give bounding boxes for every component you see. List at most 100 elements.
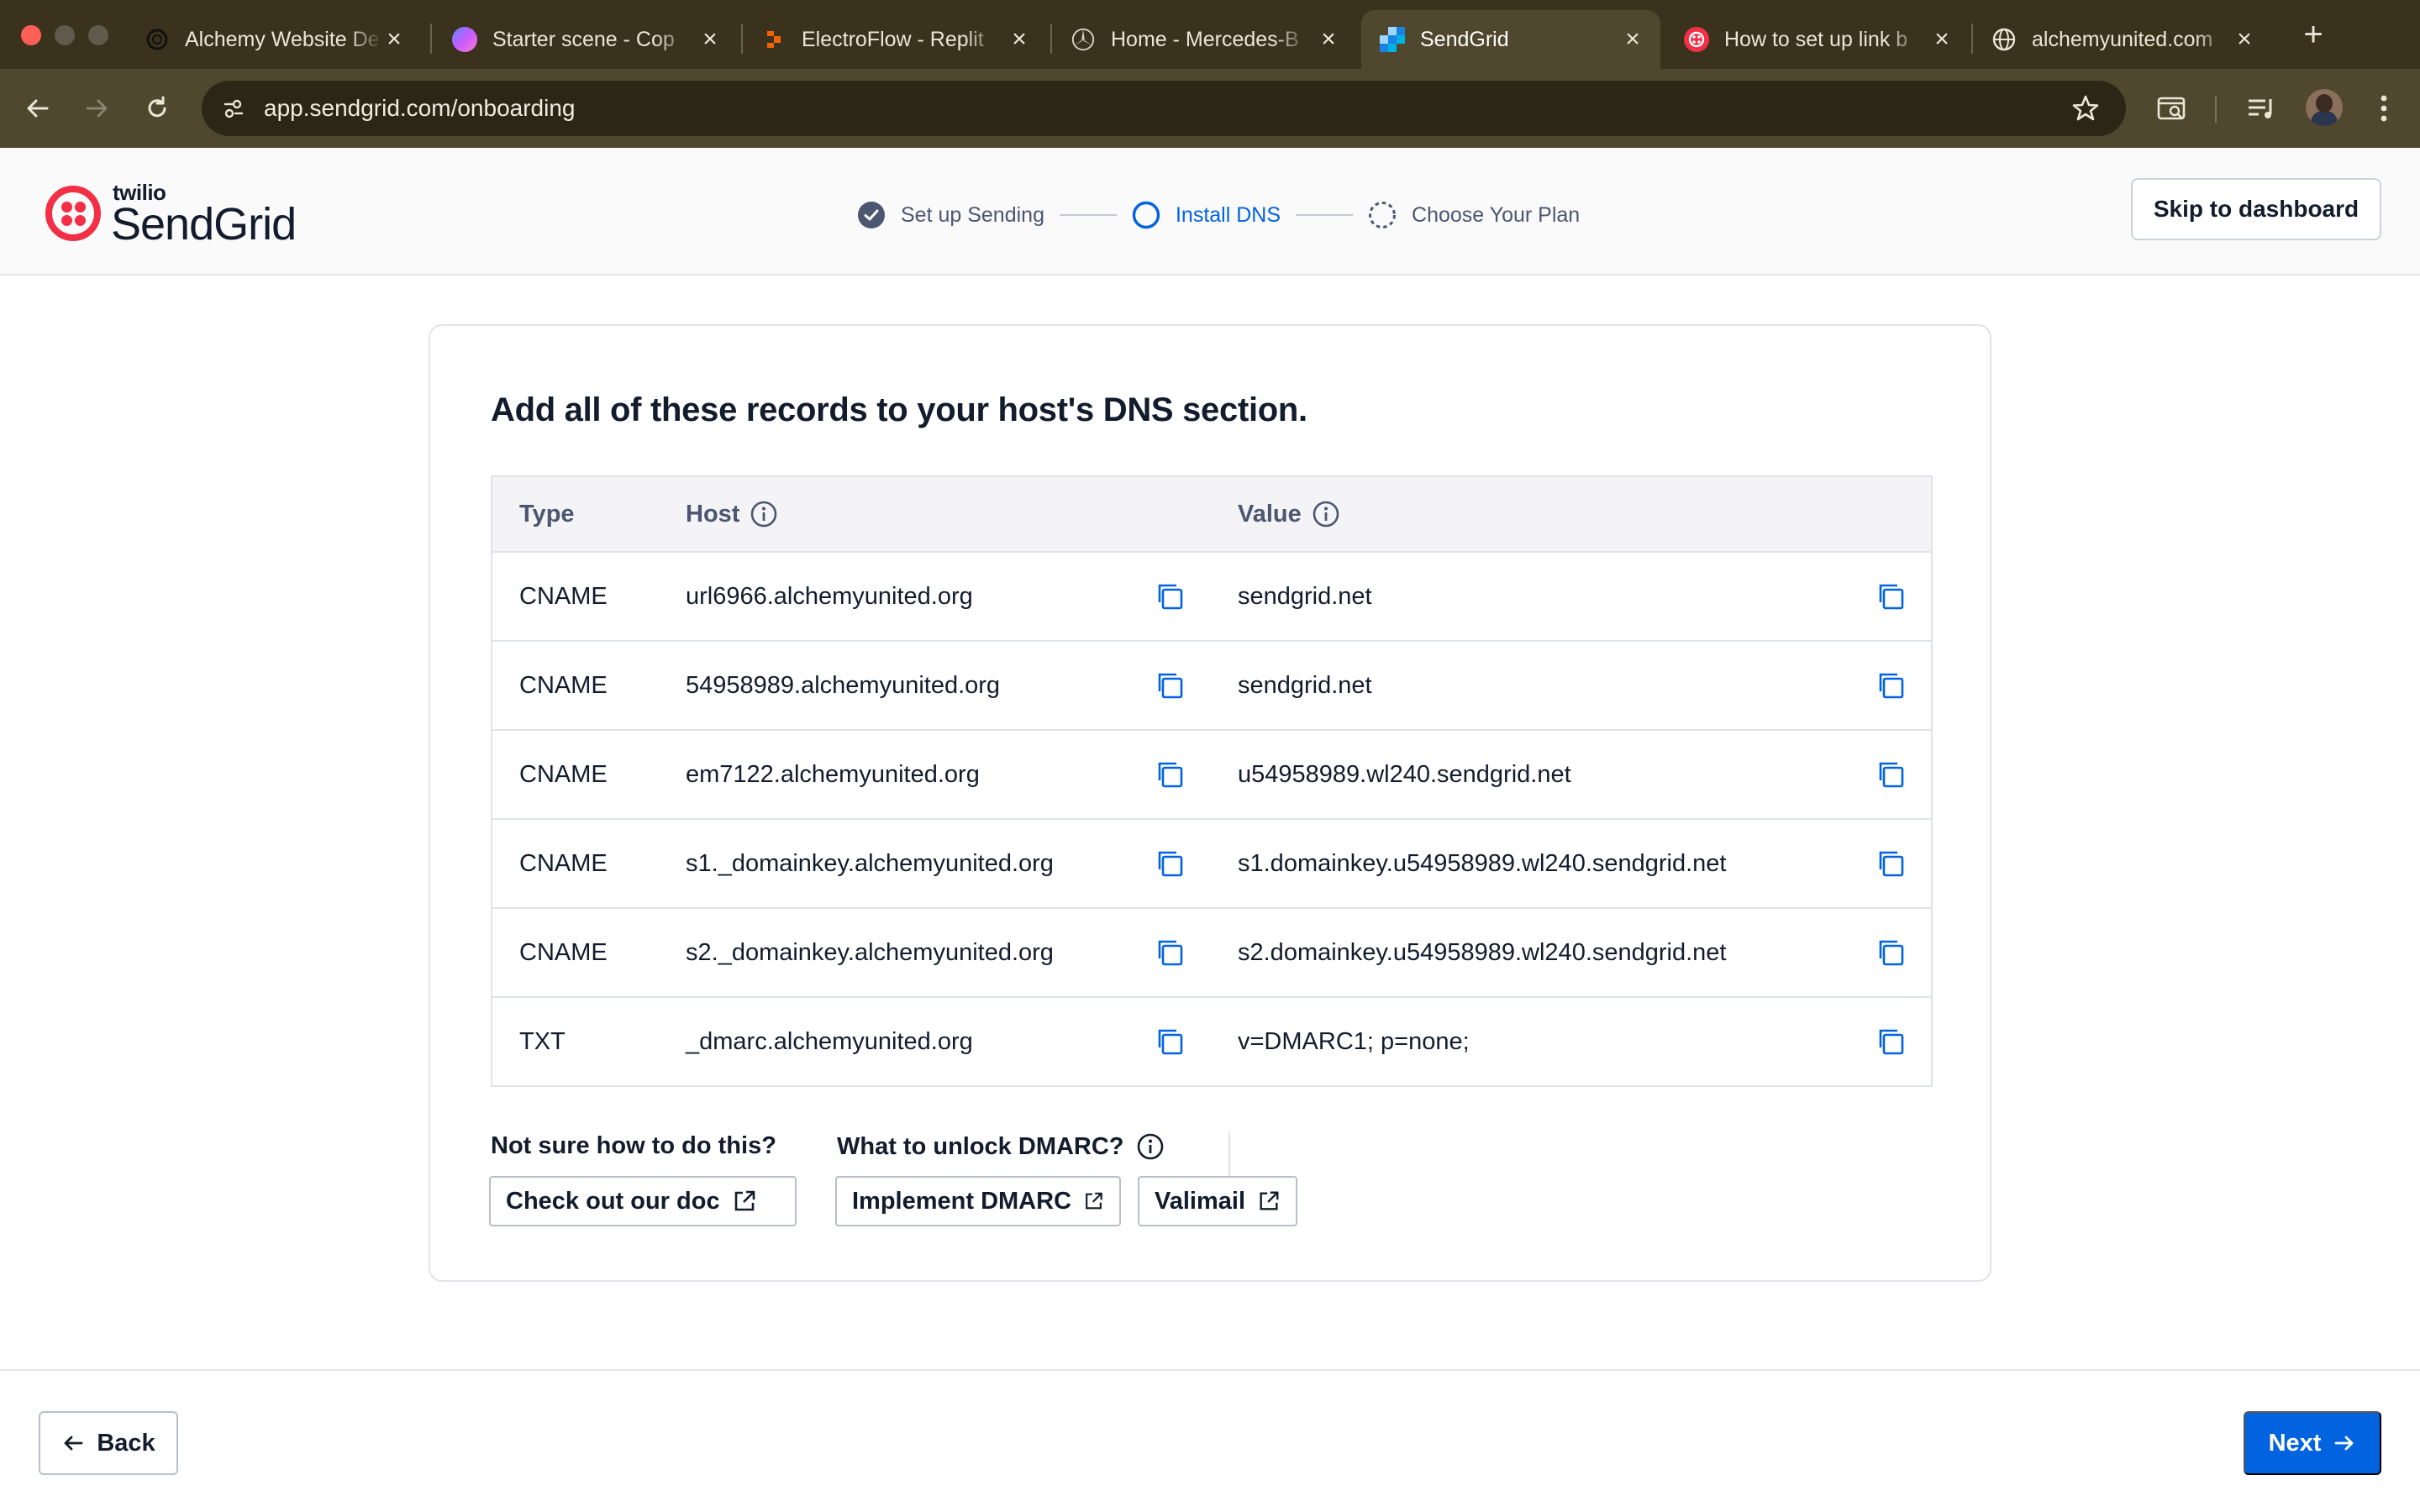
tab-title: ElectroFlow - Replit [802, 27, 984, 51]
next-button[interactable]: Next [2244, 1411, 2381, 1475]
new-tab-button[interactable]: + [2292, 13, 2334, 55]
browser-tab[interactable]: alchemyunited.com × [1973, 10, 2272, 69]
copy-host-icon[interactable] [1153, 1025, 1186, 1058]
tab-search-icon[interactable] [2153, 89, 2191, 128]
step-set-up-sending: Set up Sending [857, 201, 1044, 229]
close-tab-icon[interactable]: × [1007, 27, 1032, 52]
table-row: TXT _dmarc.alchemyunited.org v=DMARC1; p… [492, 998, 1931, 1085]
url-text[interactable]: app.sendgrid.com/onboarding [264, 81, 575, 136]
page-title: Add all of these records to your host's … [491, 391, 1307, 428]
step-install-dns: Install DNS [1132, 201, 1281, 229]
browser-tab[interactable]: Starter scene - Cop × [434, 10, 738, 69]
copy-host-icon[interactable] [1153, 758, 1186, 791]
table-header: Type Host Value [492, 477, 1931, 553]
reload-icon[interactable] [136, 87, 178, 129]
skip-to-dashboard-button[interactable]: Skip to dashboard [2131, 178, 2381, 240]
record-value: s2.domainkey.u54958989.wl240.sendgrid.ne… [1238, 939, 1727, 966]
tab-title: Starter scene - Cop [492, 27, 675, 51]
copy-value-icon[interactable] [1874, 669, 1907, 702]
record-type: CNAME [519, 761, 608, 788]
browser-tab[interactable]: ElectroFlow - Replit × [743, 10, 1047, 69]
site-settings-icon[interactable] [217, 92, 250, 125]
info-icon[interactable] [1136, 1132, 1165, 1161]
close-tab-icon[interactable]: × [381, 27, 407, 52]
copy-value-icon[interactable] [1874, 1025, 1907, 1058]
implement-dmarc-button[interactable]: Implement DMARC [835, 1176, 1121, 1226]
step-label: Set up Sending [901, 202, 1044, 227]
current-step-circle-icon [1132, 201, 1160, 229]
column-header-value: Value [1238, 477, 1340, 551]
info-icon[interactable] [750, 500, 778, 528]
record-type: CNAME [519, 583, 608, 610]
copy-host-icon[interactable] [1153, 669, 1186, 702]
globe-icon [1991, 27, 2017, 52]
record-value: u54958989.wl240.sendgrid.net [1238, 761, 1571, 788]
step-label: Install DNS [1175, 202, 1281, 227]
minimize-window-button[interactable] [55, 25, 75, 45]
step-connector [1296, 214, 1354, 216]
browser-tab[interactable]: Alchemy Website De × [126, 10, 422, 69]
profile-avatar[interactable] [2306, 89, 2343, 126]
copy-host-icon[interactable] [1153, 580, 1186, 613]
button-label: Valimail [1155, 1187, 1246, 1215]
dashed-circle-icon [1369, 202, 1397, 228]
bookmark-star-icon[interactable] [2069, 92, 2102, 125]
back-button-label: Back [97, 1429, 155, 1457]
copy-host-icon[interactable] [1153, 847, 1186, 880]
column-label: Host [686, 501, 740, 528]
copy-host-icon[interactable] [1153, 936, 1186, 969]
external-link-icon [734, 1190, 755, 1211]
address-bar[interactable]: app.sendgrid.com/onboarding [202, 81, 2126, 136]
record-host: _dmarc.alchemyunited.org [686, 1028, 973, 1055]
forward-arrow-icon[interactable] [76, 87, 118, 129]
external-link-icon [1260, 1191, 1279, 1210]
arrow-left-icon [64, 1436, 83, 1451]
record-type: TXT [519, 1028, 566, 1055]
dns-records-card: Add all of these records to your host's … [429, 324, 1991, 1282]
browser-tab[interactable]: How to set up link b × [1665, 10, 1970, 69]
tab-title: How to set up link b [1724, 27, 1908, 51]
close-tab-icon[interactable]: × [697, 27, 723, 52]
valimail-button[interactable]: Valimail [1138, 1176, 1297, 1226]
copy-value-icon[interactable] [1874, 936, 1907, 969]
maximize-window-button[interactable] [88, 25, 108, 45]
record-type: CNAME [519, 939, 608, 966]
browser-chrome: Alchemy Website De × Starter scene - Cop… [0, 0, 2420, 148]
browser-tab[interactable]: Home - Mercedes-B × [1052, 10, 1356, 69]
help-label-text: What to unlock DMARC? [837, 1132, 1124, 1160]
column-header-host: Host [686, 477, 778, 551]
back-arrow-icon[interactable] [17, 87, 59, 129]
media-playlist-icon[interactable] [2242, 89, 2281, 128]
twilio-sendgrid-logo[interactable]: twilio SendGrid [45, 180, 304, 249]
browser-tab-active[interactable]: SendGrid × [1361, 10, 1660, 69]
close-tab-icon[interactable]: × [2232, 27, 2257, 52]
tab-title: SendGrid [1420, 27, 1509, 51]
dmarc-label: What to unlock DMARC? [837, 1132, 1165, 1161]
close-window-button[interactable] [21, 25, 41, 45]
close-tab-icon[interactable]: × [1929, 27, 1954, 52]
table-row: CNAME s2._domainkey.alchemyunited.org s2… [492, 909, 1931, 998]
onboarding-stepper: Set up Sending Install DNS Choose Your P… [857, 198, 1580, 232]
copy-value-icon[interactable] [1874, 758, 1907, 791]
tab-title: alchemyunited.com [2032, 27, 2213, 51]
help-section: Not sure how to do this? Check out our d… [489, 1132, 1933, 1233]
record-type: CNAME [519, 672, 608, 699]
spline-icon [452, 27, 477, 52]
step-choose-your-plan: Choose Your Plan [1368, 201, 1580, 229]
info-icon[interactable] [1312, 500, 1340, 528]
column-label: Type [519, 501, 575, 528]
record-host: em7122.alchemyunited.org [686, 761, 980, 788]
more-menu-icon[interactable] [2365, 89, 2403, 128]
app-header: twilio SendGrid Set up Sending Install D… [0, 148, 2420, 276]
check-out-doc-button[interactable]: Check out our doc [489, 1176, 797, 1226]
tab-title: Alchemy Website De [185, 27, 380, 51]
back-button[interactable]: Back [39, 1411, 178, 1475]
check-circle-icon [858, 202, 885, 228]
close-tab-icon[interactable]: × [1316, 27, 1341, 52]
step-label: Choose Your Plan [1412, 202, 1581, 227]
record-value: sendgrid.net [1238, 672, 1372, 699]
copy-value-icon[interactable] [1874, 580, 1907, 613]
copy-value-icon[interactable] [1874, 847, 1907, 880]
close-tab-icon[interactable]: × [1620, 27, 1645, 52]
replit-icon [761, 27, 786, 52]
